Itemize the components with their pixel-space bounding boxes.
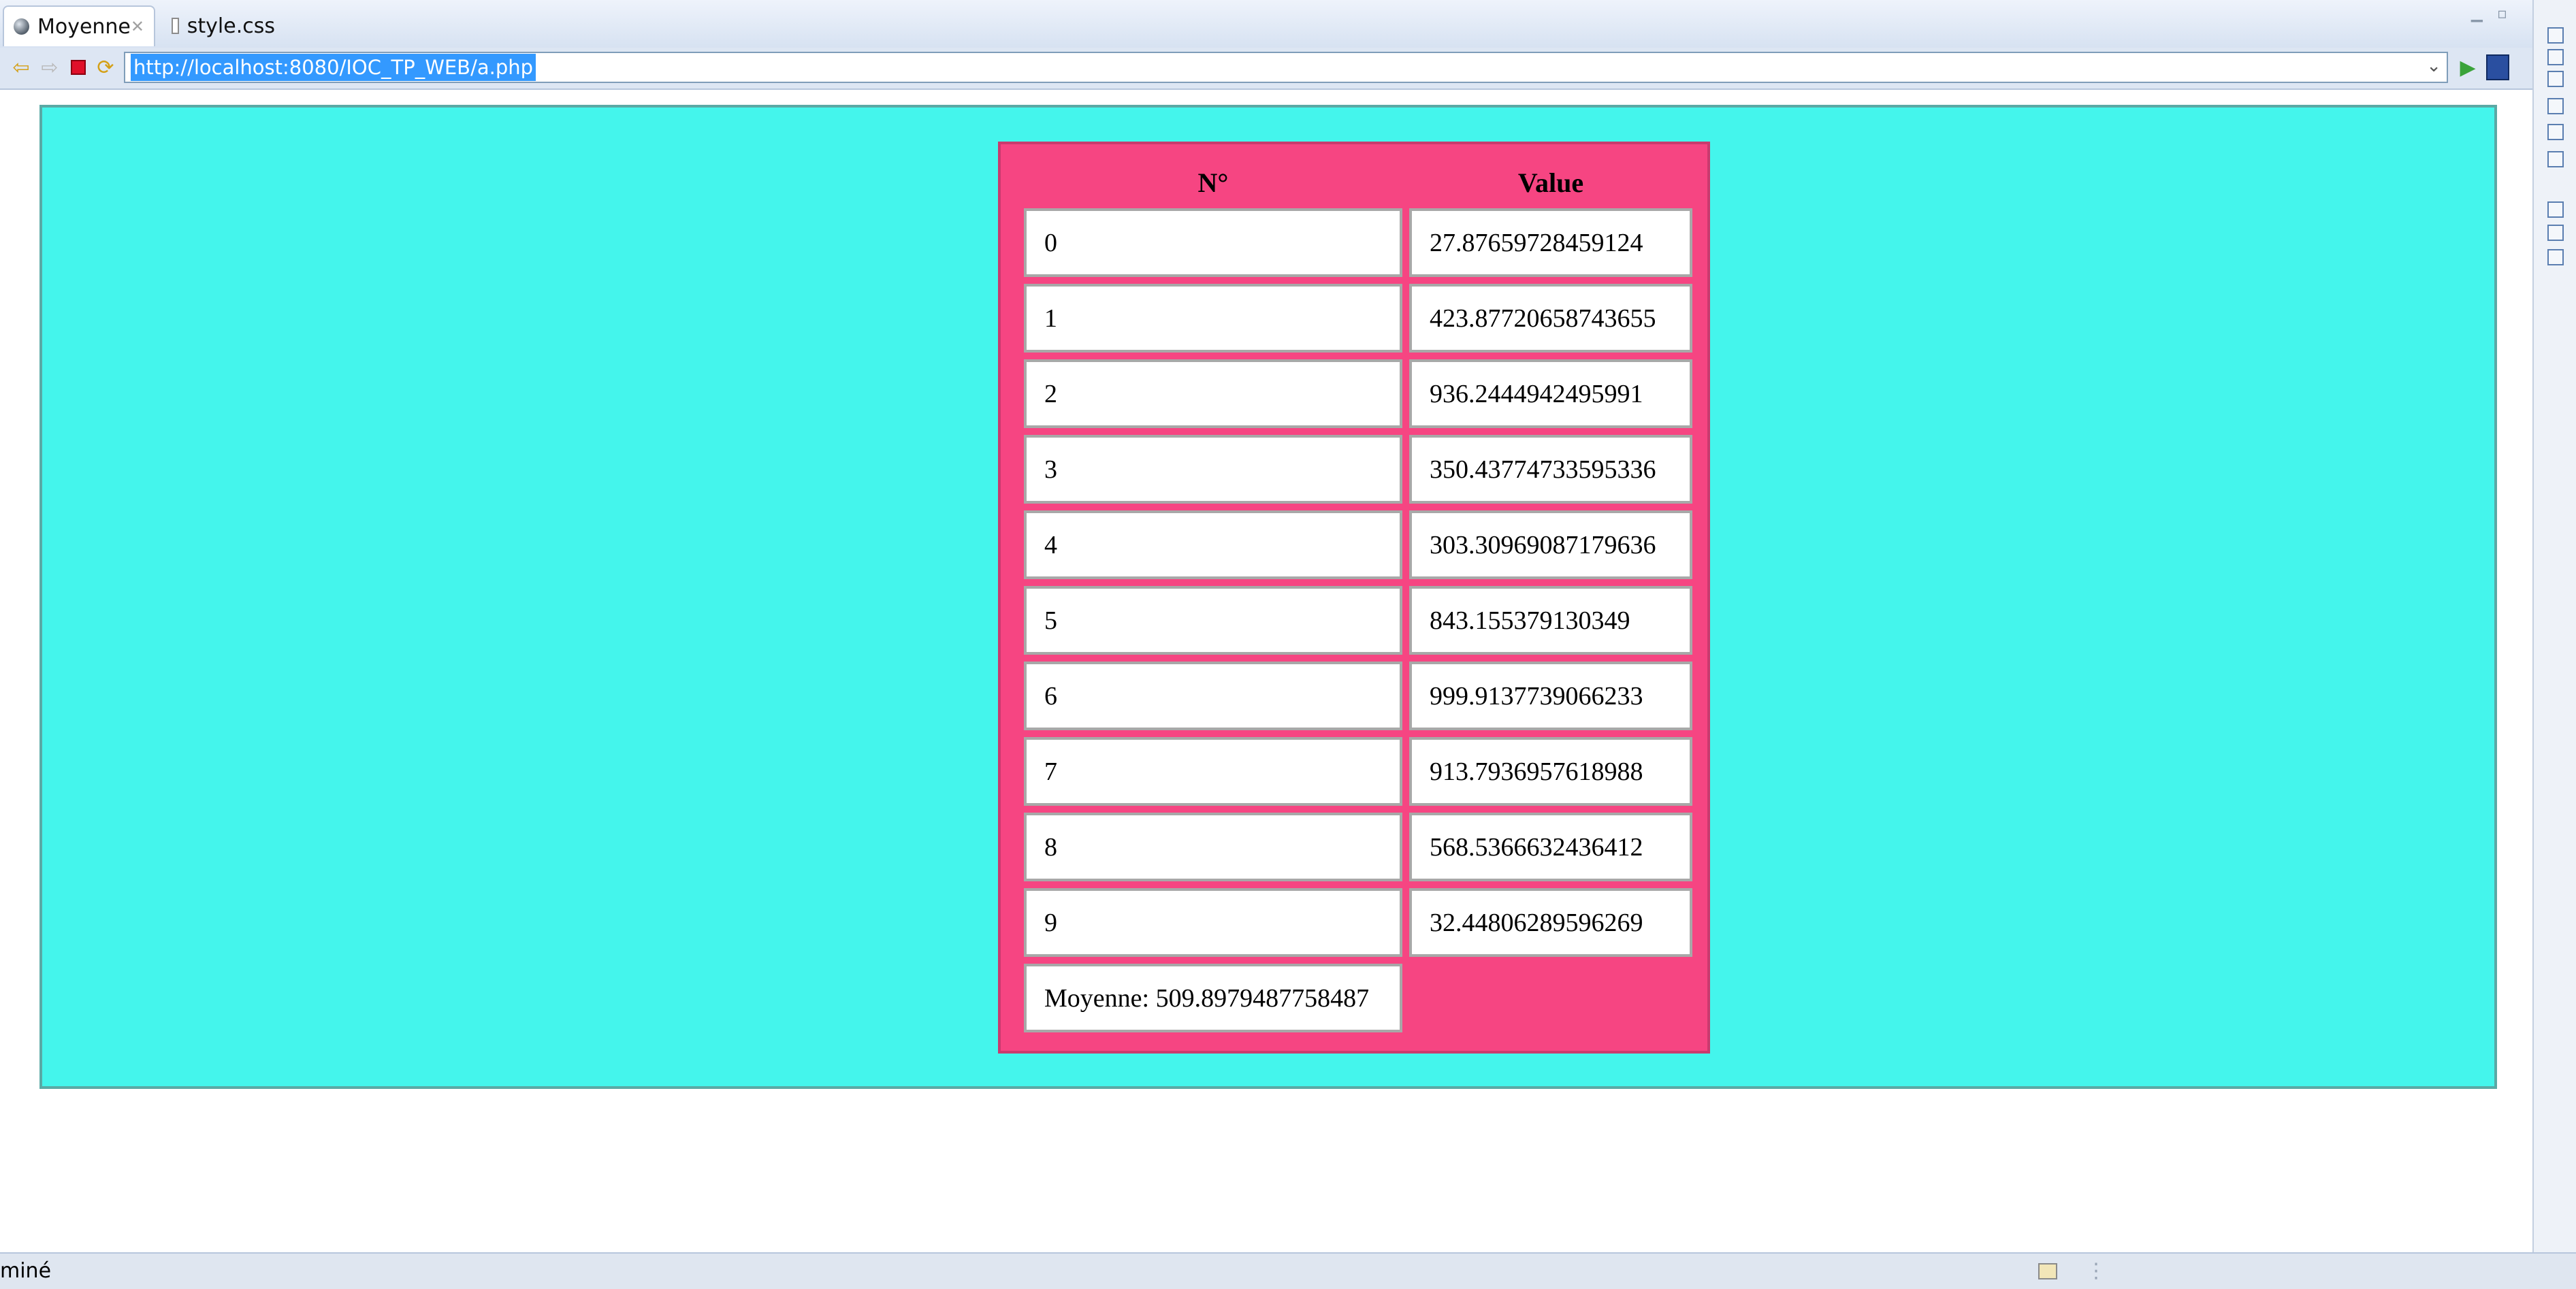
arrow-left-icon: ⇦ <box>12 55 30 80</box>
globe-icon <box>14 18 29 35</box>
page-body: N° Value 0 27.87659728459124 1 423.87720658… <box>39 105 2497 1089</box>
tab-style-css[interactable]: style.css <box>162 5 285 46</box>
row-value-cell: 350.43774733595336 <box>1409 435 1692 504</box>
url-text[interactable]: http://localhost:8080/IOC_TP_WEB/a.php <box>131 54 536 81</box>
average-cell: Moyenne: 509.8979487758487 <box>1024 964 1402 1032</box>
row-number-cell: 8 <box>1024 813 1402 881</box>
forward-button[interactable]: ⇨ <box>38 55 61 80</box>
resize-grip-icon: ⋮ <box>2086 1259 2106 1283</box>
palette-icon[interactable] <box>2547 49 2564 65</box>
row-number-cell: 4 <box>1024 510 1402 579</box>
browser-toolbar: ⇦ ⇨ ⟳ http://localhost:8080/IOC_TP_WEB/a… <box>0 48 2532 90</box>
table-row: 9 32.44806289596269 <box>1024 888 1692 957</box>
values-table-container: N° Value 0 27.87659728459124 1 423.87720658… <box>998 142 1710 1054</box>
table-row: 1 423.87720658743655 <box>1024 284 1692 353</box>
tab-moyenne[interactable]: Moyenne ✕ <box>3 5 155 46</box>
status-network-icon <box>2038 1263 2057 1279</box>
row-value-cell: 27.87659728459124 <box>1409 208 1692 277</box>
browser-viewport: N° Value 0 27.87659728459124 1 423.87720658… <box>0 90 2532 1252</box>
tab-label: style.css <box>187 14 275 38</box>
column-header-value: Value <box>1517 167 1584 198</box>
table-row: 3 350.43774733595336 <box>1024 435 1692 504</box>
values-table: N° Value 0 27.87659728459124 1 423.87720658… <box>1017 157 1699 1039</box>
browser-menu-button[interactable] <box>2486 54 2509 80</box>
row-value-cell: 568.5366632436412 <box>1409 813 1692 881</box>
table-row: 0 27.87659728459124 <box>1024 208 1692 277</box>
row-value-cell: 303.30969087179636 <box>1409 510 1692 579</box>
console-icon[interactable] <box>2547 124 2564 140</box>
window-icon[interactable] <box>2547 151 2564 167</box>
table-row: 4 303.30969087179636 <box>1024 510 1692 579</box>
restore-icon[interactable] <box>2547 201 2564 218</box>
row-value-cell: 913.7936957618988 <box>1409 737 1692 806</box>
table-row: 5 843.155379130349 <box>1024 586 1692 655</box>
refresh-icon: ⟳ <box>97 55 114 80</box>
row-value-cell: 32.44806289596269 <box>1409 888 1692 957</box>
table-row: 7 913.7936957618988 <box>1024 737 1692 806</box>
tab-label: Moyenne <box>37 14 131 39</box>
row-number-cell: 5 <box>1024 586 1402 655</box>
row-number-cell: 3 <box>1024 435 1402 504</box>
close-icon[interactable]: ✕ <box>131 17 144 36</box>
empty-cell <box>1409 964 1692 1032</box>
row-number-cell: 6 <box>1024 662 1402 730</box>
average-row: Moyenne: 509.8979487758487 <box>1024 964 1692 1032</box>
table-row: 6 999.9137739066233 <box>1024 662 1692 730</box>
stop-icon <box>71 60 86 75</box>
table-row: 2 936.2444942495991 <box>1024 359 1692 428</box>
palette-icon[interactable] <box>2547 71 2564 87</box>
go-arrow-icon: ▶ <box>2460 55 2476 80</box>
minimize-icon[interactable]: ▁ <box>2471 5 2483 22</box>
column-header-number: N° <box>1197 167 1229 198</box>
file-icon <box>172 18 179 34</box>
status-bar: miné ⋮ <box>0 1252 2576 1289</box>
row-value-cell: 936.2444942495991 <box>1409 359 1692 428</box>
go-button[interactable]: ▶ <box>2456 55 2479 80</box>
row-number-cell: 0 <box>1024 208 1402 277</box>
document-icon[interactable] <box>2547 249 2564 265</box>
row-value-cell: 843.155379130349 <box>1409 586 1692 655</box>
stop-button[interactable] <box>67 56 90 79</box>
settings-icon[interactable] <box>2547 98 2564 114</box>
row-number-cell: 2 <box>1024 359 1402 428</box>
chevron-down-icon[interactable]: ⌄ <box>2426 56 2441 76</box>
table-row: 8 568.5366632436412 <box>1024 813 1692 881</box>
browser-menu-icon <box>2486 54 2509 80</box>
url-input[interactable]: http://localhost:8080/IOC_TP_WEB/a.php ⌄ <box>124 52 2448 83</box>
refresh-button[interactable]: ⟳ <box>94 55 117 80</box>
back-button[interactable]: ⇦ <box>10 55 33 80</box>
row-number-cell: 1 <box>1024 284 1402 353</box>
row-number-cell: 9 <box>1024 888 1402 957</box>
status-text: miné <box>0 1259 52 1283</box>
maximize-icon[interactable]: ▫ <box>2497 5 2507 22</box>
row-value-cell: 999.9137739066233 <box>1409 662 1692 730</box>
row-value-cell: 423.87720658743655 <box>1409 284 1692 353</box>
restore-icon[interactable] <box>2547 27 2564 44</box>
editor-tab-bar: Moyenne ✕ style.css ▁ ▫ <box>0 0 2532 49</box>
row-number-cell: 7 <box>1024 737 1402 806</box>
outline-icon[interactable] <box>2547 225 2564 241</box>
arrow-right-icon: ⇨ <box>41 55 59 80</box>
side-toolbar <box>2532 0 2576 1252</box>
